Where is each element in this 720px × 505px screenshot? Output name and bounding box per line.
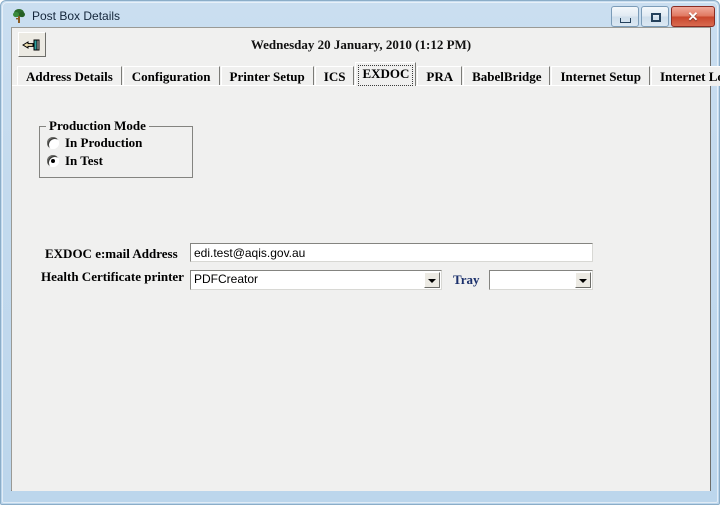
- tab-ics[interactable]: ICS: [314, 66, 355, 86]
- tab-label: Internet Setup: [560, 69, 641, 84]
- tab-address-details[interactable]: Address Details: [17, 66, 122, 86]
- health-certificate-printer-label: Health Certificate printer: [41, 269, 184, 284]
- minimize-button[interactable]: [611, 6, 639, 27]
- toolbar: Wednesday 20 January, 2010 (1:12 PM): [12, 28, 710, 61]
- tab-configuration[interactable]: Configuration: [122, 66, 220, 86]
- tray-label: Tray: [453, 272, 480, 287]
- tab-label: EXDOC: [362, 66, 410, 81]
- production-mode-group: Production Mode In Production In Test: [39, 118, 193, 178]
- tab-label: Printer Setup: [229, 69, 305, 84]
- email-address-input[interactable]: edi.test@aqis.gov.au: [190, 243, 593, 262]
- tab-bar: Address Details Configuration Printer Se…: [12, 62, 720, 86]
- application-window: Post Box Details ✕ Wednesday 20 January,…: [0, 0, 720, 505]
- health-certificate-printer-select[interactable]: PDFCreator: [190, 270, 442, 290]
- chevron-down-icon[interactable]: [575, 272, 591, 288]
- maximize-icon: [651, 13, 661, 22]
- radio-icon-selected: [47, 155, 59, 167]
- tree-icon: [11, 8, 27, 24]
- tab-babelbridge[interactable]: BabelBridge: [463, 66, 551, 86]
- datetime-display: Wednesday 20 January, 2010 (1:12 PM): [250, 37, 472, 52]
- email-address-label: EXDOC e:mail Address: [45, 246, 178, 261]
- chevron-down-icon[interactable]: [424, 272, 440, 288]
- tab-label: Address Details: [26, 69, 113, 84]
- client-area: Wednesday 20 January, 2010 (1:12 PM) Add…: [11, 27, 720, 491]
- production-mode-legend: Production Mode: [46, 118, 149, 134]
- tab-label: BabelBridge: [472, 69, 542, 84]
- window-title: Post Box Details: [32, 9, 121, 23]
- tab-internet-logs[interactable]: Internet Logs: [651, 66, 720, 86]
- radio-in-test[interactable]: In Test: [47, 153, 103, 169]
- close-icon: ✕: [687, 9, 699, 24]
- radio-label: In Production: [65, 135, 143, 150]
- printer-selected-value: PDFCreator: [194, 272, 259, 286]
- tray-select[interactable]: [489, 270, 593, 290]
- tab-label: Configuration: [131, 69, 211, 84]
- tab-internet-setup[interactable]: Internet Setup: [551, 66, 650, 86]
- tab-label: ICS: [323, 69, 346, 84]
- minimize-icon: [620, 18, 631, 23]
- window-controls: ✕: [611, 6, 715, 27]
- tab-exdoc[interactable]: EXDOC: [355, 62, 417, 86]
- radio-icon: [47, 137, 59, 149]
- tab-pra[interactable]: PRA: [417, 66, 463, 86]
- tab-label: PRA: [426, 69, 454, 84]
- tab-label: Internet Logs: [660, 69, 720, 84]
- radio-in-production[interactable]: In Production: [47, 135, 142, 151]
- maximize-button[interactable]: [641, 6, 669, 27]
- exdoc-tab-panel: Production Mode In Production In Test EX…: [12, 85, 710, 491]
- radio-label: In Test: [65, 153, 103, 168]
- tab-printer-setup[interactable]: Printer Setup: [220, 66, 314, 86]
- close-button[interactable]: ✕: [671, 6, 715, 27]
